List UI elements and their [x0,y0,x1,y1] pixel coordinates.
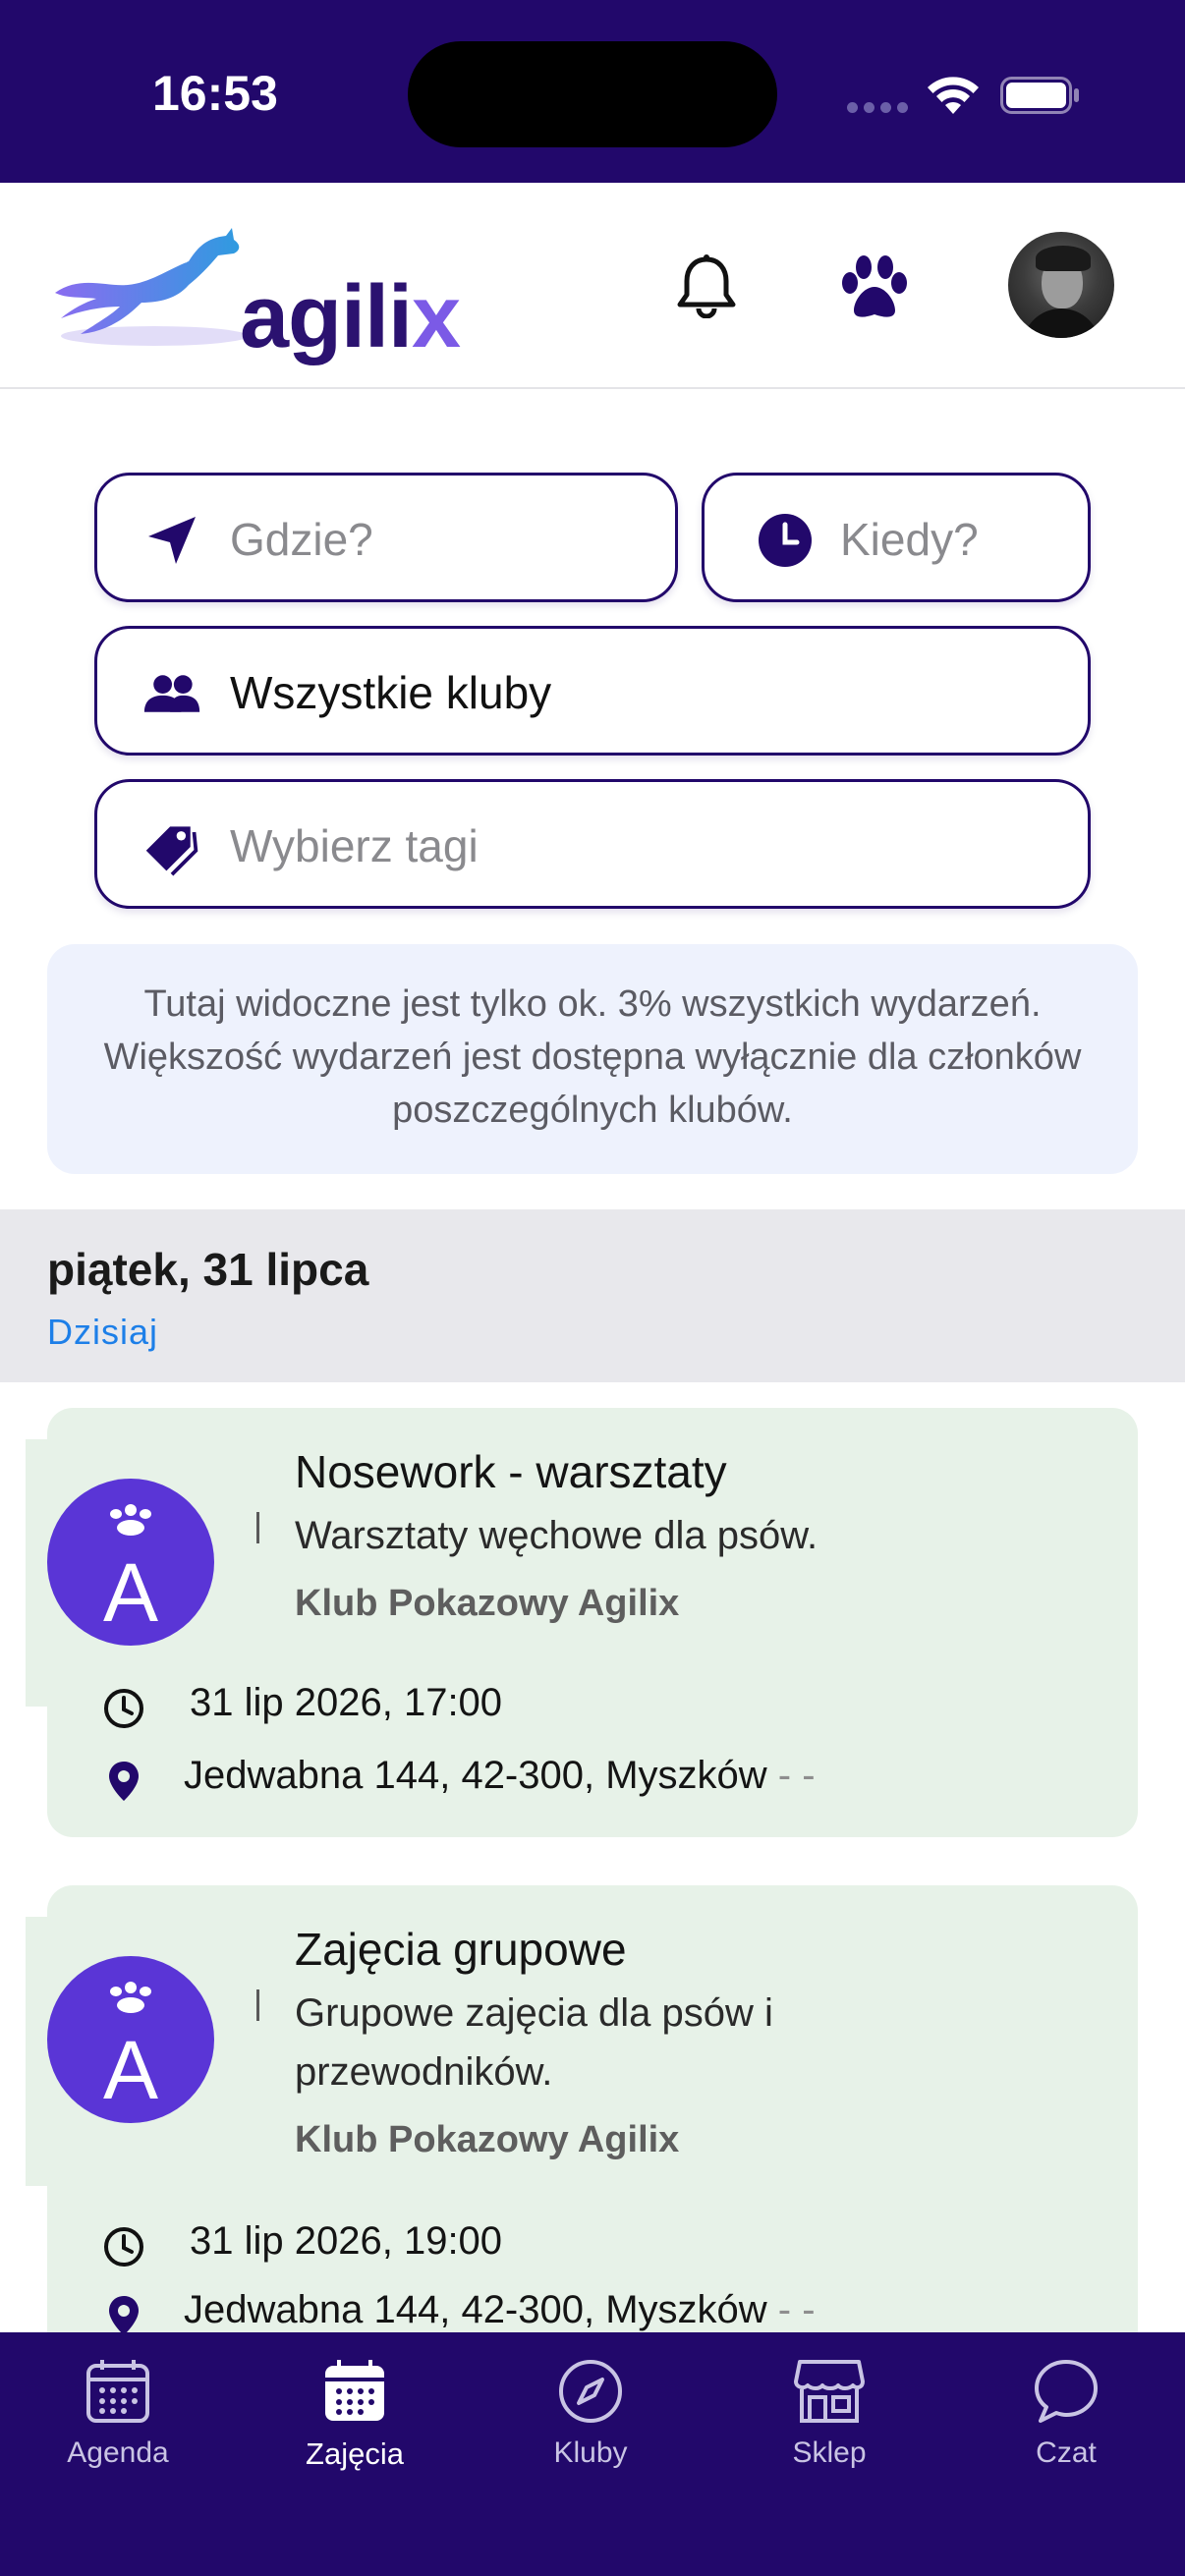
calendar-icon [86,2360,149,2423]
bottom-tab-bar: Agenda Zajęcia Kluby Sklep Czat [0,2332,1185,2576]
clock-icon [759,514,812,567]
tags-select[interactable]: Wybierz tagi [94,779,1091,909]
location-arrow-icon [148,517,196,564]
svg-text:A: A [103,2024,158,2116]
clock-outline-icon [104,1689,143,1728]
date-subtitle: Dzisiaj [47,1312,159,1352]
event-address: Jedwabna 144, 42-300, Myszków - - [184,2288,816,2331]
event-title: Zajęcia grupowe [295,1924,627,1975]
location-field[interactable]: Gdzie? [94,473,678,602]
users-icon [143,675,200,712]
compass-icon [559,2360,622,2423]
app-header: agilix [0,183,1185,389]
tab-label: Agenda [67,2436,169,2469]
date-section-header: piątek, 31 lipca Dzisiaj [0,1209,1185,1382]
date-placeholder: Kiedy? [840,514,979,565]
clubs-value: Wszystkie kluby [230,667,552,718]
store-icon [794,2360,865,2423]
cellular-signal-icon [847,102,908,114]
tab-label: Sklep [792,2436,867,2469]
location-placeholder: Gdzie? [230,514,373,565]
event-description: Warsztaty węchowe dla psów. [295,1514,818,1557]
dynamic-island [408,41,777,147]
tab-agenda[interactable]: Agenda [20,2356,216,2470]
paw-icon[interactable] [836,253,913,322]
event-description: Grupowe zajęcia dla psów i przewodników. [295,1991,773,2094]
event-datetime: 31 lip 2026, 17:00 [190,1681,503,1724]
map-pin-icon [109,1762,139,1801]
event-address: Jedwabna 144, 42-300, Myszków - - [184,1754,816,1797]
event-club: Klub Pokazowy Agilix [295,2119,680,2160]
tab-label: Kluby [553,2436,628,2469]
svg-text:A: A [103,1546,158,1639]
battery-icon [1000,77,1079,114]
event-card[interactable]: A Zajęcia grupowe Grupowe zajęcia dla ps… [26,1885,1138,2335]
status-bar: 16:53 [0,0,1185,183]
calendar-filled-icon [325,2360,384,2421]
event-datetime: 31 lip 2026, 19:00 [190,2219,503,2263]
club-logo-icon: A [47,1956,214,2123]
tags-placeholder: Wybierz tagi [230,820,479,871]
tab-label: Zajęcia [306,2436,404,2471]
event-card[interactable]: A Nosework - warsztaty Warsztaty węchowe… [26,1408,1138,1837]
date-field[interactable]: Kiedy? [702,473,1091,602]
clock-outline-icon [104,2227,143,2267]
event-title: Nosework - warsztaty [295,1446,727,1497]
wifi-icon [928,77,979,114]
dog-logo-icon [55,228,248,346]
tab-label: Czat [1036,2436,1097,2469]
map-pin-icon [109,2296,139,2335]
date-title: piątek, 31 lipca [47,1244,369,1295]
tab-zajecia[interactable]: Zajęcia [256,2356,453,2472]
tab-kluby[interactable]: Kluby [492,2356,689,2470]
bell-icon[interactable] [676,253,737,318]
clubs-select[interactable]: Wszystkie kluby [94,626,1091,756]
tab-sklep[interactable]: Sklep [731,2356,928,2470]
status-time: 16:53 [152,66,278,121]
info-notice: Tutaj widoczne jest tylko ok. 3% wszystk… [47,944,1138,1174]
logo-text: agilix [240,268,461,366]
agilix-logo[interactable]: agilix [51,216,464,366]
tags-icon [145,826,198,876]
avatar[interactable] [1008,232,1114,338]
club-logo-icon: A [47,1479,214,1646]
chat-bubble-icon [1035,2360,1098,2423]
tab-czat[interactable]: Czat [968,2356,1164,2470]
event-club: Klub Pokazowy Agilix [295,1583,680,1624]
